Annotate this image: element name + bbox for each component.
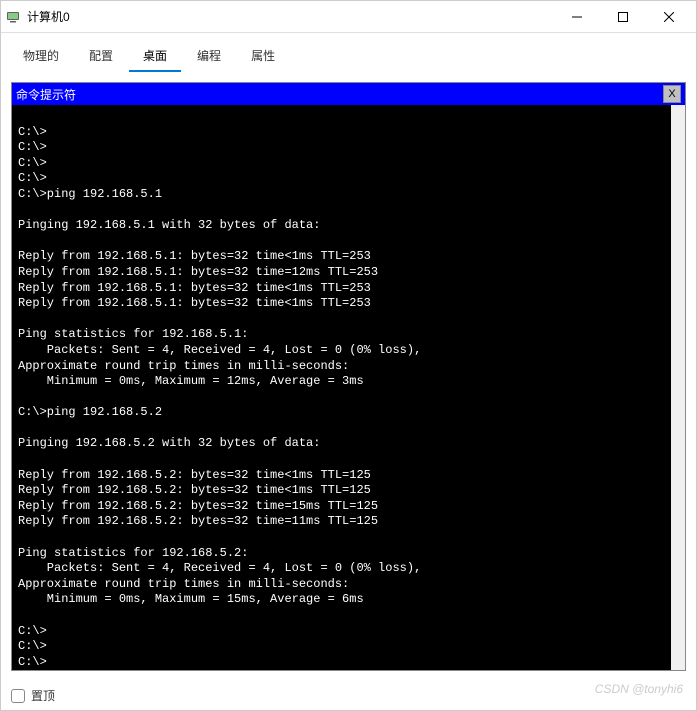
terminal-window: 命令提示符 X C:\> C:\> C:\> C:\> C:\>ping 192…	[11, 82, 686, 671]
topmost-checkbox[interactable]	[11, 689, 25, 703]
terminal-close-button[interactable]: X	[663, 85, 681, 103]
titlebar: 计算机0	[1, 1, 696, 33]
topmost-label: 置顶	[31, 687, 55, 704]
tab-desktop[interactable]: 桌面	[129, 41, 181, 72]
minimize-button[interactable]	[554, 2, 600, 32]
tab-config[interactable]: 配置	[75, 41, 127, 72]
tab-attributes[interactable]: 属性	[237, 41, 289, 72]
maximize-button[interactable]	[600, 2, 646, 32]
terminal-title: 命令提示符	[16, 86, 76, 103]
window-controls	[554, 2, 692, 32]
terminal-titlebar: 命令提示符 X	[12, 83, 685, 105]
terminal-output[interactable]: C:\> C:\> C:\> C:\> C:\>ping 192.168.5.1…	[12, 105, 685, 670]
minimize-icon	[572, 12, 582, 22]
maximize-icon	[618, 12, 628, 22]
app-window: 计算机0 物理的 配置 桌面 编程 属性 命令提示符 X C:\> C:\> C…	[0, 0, 697, 711]
tab-bar: 物理的 配置 桌面 编程 属性	[1, 33, 696, 72]
watermark: CSDN @tonyhi6	[595, 682, 683, 696]
close-button[interactable]	[646, 2, 692, 32]
close-icon	[664, 12, 674, 22]
content-area: 命令提示符 X C:\> C:\> C:\> C:\> C:\>ping 192…	[1, 72, 696, 681]
app-icon	[5, 9, 21, 25]
window-title: 计算机0	[27, 8, 554, 25]
footer: 置顶	[1, 681, 696, 710]
tab-programming[interactable]: 编程	[183, 41, 235, 72]
tab-physical[interactable]: 物理的	[9, 41, 73, 72]
